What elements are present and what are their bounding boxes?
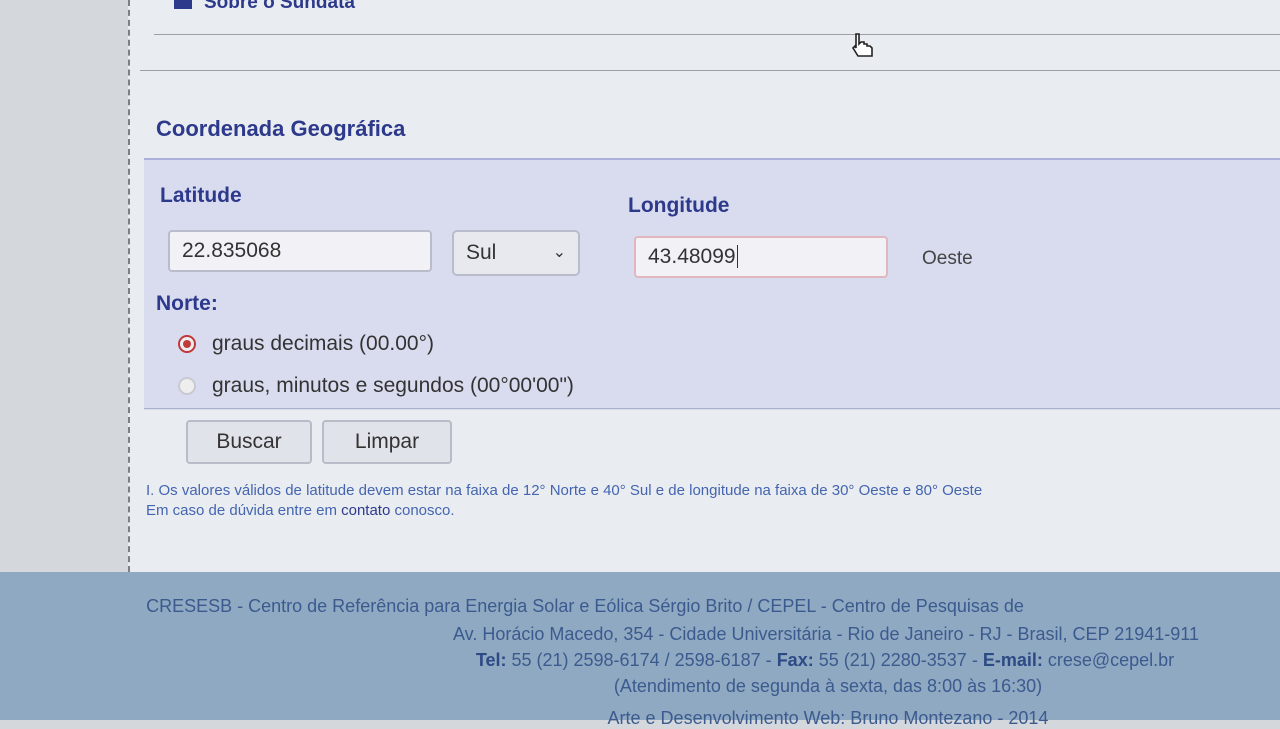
radio-button-checked[interactable] — [178, 335, 196, 353]
contact-note-suffix: conosco. — [390, 502, 455, 519]
footer-credits-line: Arte e Desenvolvimento Web: Bruno Montez… — [607, 708, 1049, 728]
site-footer: CRESESB - Centro de Referência para Ener… — [0, 572, 1280, 728]
sobre-sundata-link[interactable]: Sobre o Sundata — [174, 0, 355, 14]
fax-label: Fax: — [776, 650, 814, 670]
longitude-input[interactable]: 43.48099 — [634, 236, 888, 278]
divider — [144, 408, 1280, 409]
radio-button-unchecked[interactable] — [178, 377, 196, 395]
divider — [140, 70, 1280, 71]
main-page: Sobre o Sundata Coordenada Geográfica La… — [128, 0, 1280, 572]
footer-org-line: CRESESB - Centro de Referência para Ener… — [146, 596, 1024, 616]
longitude-hemisphere-text: Oeste — [922, 248, 973, 269]
menu-bullet-icon — [174, 0, 192, 9]
clear-button[interactable]: Limpar — [322, 420, 452, 464]
hemisphere-select[interactable]: Sul ⌄ — [452, 230, 580, 276]
norte-label: Norte: — [156, 292, 218, 315]
validation-note: I. Os valores válidos de latitude devem … — [146, 482, 983, 499]
email-link[interactable]: crese@cepel.br — [1043, 650, 1174, 670]
chevron-down-icon: ⌄ — [552, 244, 566, 261]
text-caret — [736, 245, 738, 268]
contact-note: Em caso de dúvida entre em contato conos… — [146, 502, 455, 519]
search-button[interactable]: Buscar — [186, 420, 312, 464]
footer-contact-line: Tel: 55 (21) 2598-6174 / 2598-6187 - Fax… — [185, 650, 1280, 671]
format-option-label: graus decimais (00.00°) — [212, 332, 434, 355]
contact-note-prefix: Em caso de dúvida entre em — [146, 502, 342, 519]
contact-link[interactable]: contato — [341, 502, 390, 519]
longitude-input-value: 43.48099 — [648, 245, 736, 268]
hemisphere-select-value: Sul — [466, 241, 497, 264]
coordinate-form-panel: Latitude 22.835068 Sul ⌄ Longitude 43.48… — [144, 158, 1280, 410]
hand-cursor-icon — [851, 33, 873, 57]
longitude-label: Longitude — [628, 194, 730, 217]
email-label: E-mail: — [982, 650, 1043, 670]
latitude-input[interactable]: 22.835068 — [168, 230, 432, 272]
sobre-sundata-label: Sobre o Sundata — [204, 0, 355, 13]
latitude-label: Latitude — [160, 184, 242, 207]
format-option-label: graus, minutos e segundos (00°00'00") — [212, 374, 574, 397]
footer-address-line: Av. Horácio Macedo, 354 - Cidade Univers… — [452, 624, 1199, 644]
tel-label: Tel: — [475, 650, 507, 670]
footer-hours-line: (Atendimento de segunda à sexta, das 8:0… — [613, 676, 1043, 696]
format-option-decimal[interactable]: graus decimais (00.00°) — [178, 332, 434, 356]
format-option-dms[interactable]: graus, minutos e segundos (00°00'00") — [178, 374, 574, 398]
fax-value: 55 (21) 2280-3537 - — [813, 650, 983, 670]
tel-value: 55 (21) 2598-6174 / 2598-6187 - — [506, 650, 777, 670]
divider — [154, 34, 1280, 35]
section-title: Coordenada Geográfica — [156, 116, 406, 141]
